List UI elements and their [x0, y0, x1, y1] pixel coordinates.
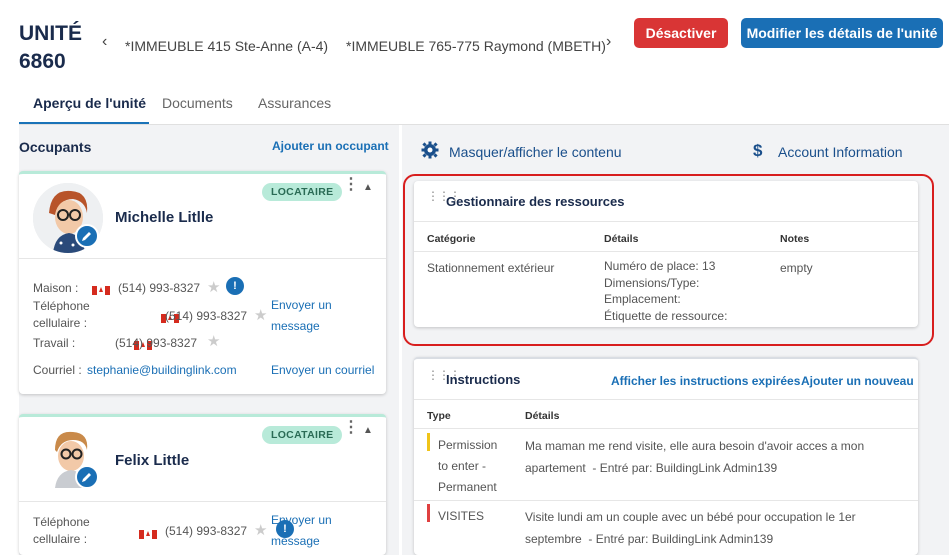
- more-options-icon[interactable]: ⋮: [343, 177, 359, 193]
- tab-unit-overview[interactable]: Aperçu de l'unité: [33, 95, 146, 111]
- star-icon[interactable]: ★: [207, 332, 220, 350]
- instructions-card: ⋮⋮⋮ Instructions Afficher les instructio…: [414, 357, 918, 555]
- instruction-details: Visite lundi am un couple avec un bébé p…: [525, 510, 856, 546]
- add-new-instruction-link[interactable]: Ajouter un nouveau: [801, 374, 914, 388]
- show-expired-instructions-link[interactable]: Afficher les instructions expirées: [611, 374, 800, 388]
- collapse-icon[interactable]: ▲: [363, 182, 373, 193]
- status-badge: LOCATAIRE: [262, 426, 343, 444]
- column-header-type: Type: [427, 410, 451, 422]
- account-information-link[interactable]: Account Information: [778, 144, 903, 160]
- instruction-details: Ma maman me rend visite, elle aura besoi…: [525, 439, 865, 475]
- instruction-type: Permission to enter - Permanent: [438, 438, 498, 494]
- breadcrumb-prev-building[interactable]: *IMMEUBLE 415 Ste-Anne (A-4): [125, 38, 328, 54]
- dollar-icon[interactable]: $: [753, 141, 762, 161]
- column-header-details: Détails: [525, 410, 560, 422]
- instructions-title: Instructions: [446, 372, 521, 387]
- occupant-card: Felix Little LOCATAIRE ⋮ ▲ Téléphone cel…: [19, 414, 386, 555]
- work-phone-label: Travail :: [33, 336, 76, 350]
- star-icon[interactable]: ★: [207, 278, 220, 296]
- divider: [19, 501, 386, 502]
- deactivate-button[interactable]: Désactiver: [634, 18, 728, 48]
- cell-phone-label-2: cellulaire :: [33, 316, 88, 330]
- email-label: Courriel :: [33, 363, 82, 377]
- star-icon[interactable]: ★: [254, 521, 267, 539]
- send-email-link[interactable]: Envoyer un courriel: [271, 363, 374, 377]
- cell-phone: (514) 993-8327: [165, 524, 248, 538]
- add-occupant-link[interactable]: Ajouter un occupant: [272, 139, 389, 153]
- alert-icon[interactable]: !: [226, 277, 244, 295]
- chevron-left-icon[interactable]: ‹: [102, 33, 107, 51]
- divider: [414, 428, 918, 429]
- instruction-color-bar: [427, 433, 430, 451]
- send-message-link[interactable]: Envoyer un: [271, 298, 332, 312]
- status-badge: LOCATAIRE: [262, 183, 343, 201]
- gear-icon[interactable]: [421, 141, 439, 164]
- alert-icon[interactable]: !: [276, 520, 294, 538]
- tab-insurance[interactable]: Assurances: [258, 95, 331, 111]
- star-icon[interactable]: ★: [254, 306, 267, 324]
- unit-title: UNITÉ 6860: [19, 22, 82, 73]
- more-options-icon[interactable]: ⋮: [343, 420, 359, 436]
- email-link[interactable]: stephanie@buildinglink.com: [87, 363, 237, 377]
- divider: [414, 500, 918, 501]
- send-message-link-2[interactable]: message: [271, 534, 320, 548]
- home-phone-label: Maison :: [33, 281, 79, 295]
- edit-avatar-icon[interactable]: [75, 224, 99, 248]
- chevron-right-icon[interactable]: ›: [606, 33, 611, 51]
- work-phone: (514) 993-8327: [115, 336, 198, 350]
- cell-phone-label: Téléphone: [33, 299, 90, 313]
- collapse-icon[interactable]: ▲: [363, 425, 373, 436]
- cell-phone-label-2: cellulaire :: [33, 532, 88, 546]
- divider: [414, 399, 918, 400]
- cell-phone: (514) 993-8327: [165, 309, 248, 323]
- occupant-name: Felix Little: [115, 452, 190, 469]
- occupants-title: Occupants: [19, 139, 92, 155]
- home-phone: (514) 993-8327: [118, 281, 201, 295]
- canada-flag-icon: [139, 526, 157, 539]
- edit-unit-button[interactable]: Modifier les détails de l'unité: [741, 18, 943, 48]
- instruction-type: VISITES: [438, 509, 485, 523]
- active-tab-indicator: [19, 122, 149, 124]
- canada-flag-icon: [92, 282, 110, 295]
- cell-phone-label: Téléphone: [33, 515, 90, 529]
- breadcrumb-next-building[interactable]: *IMMEUBLE 765-775 Raymond (MBETH): [346, 38, 606, 54]
- send-message-link-2[interactable]: message: [271, 319, 320, 333]
- edit-avatar-icon[interactable]: [75, 465, 99, 489]
- instruction-color-bar: [427, 504, 430, 522]
- tab-documents[interactable]: Documents: [162, 95, 233, 111]
- occupant-name: Michelle Litlle: [115, 209, 214, 226]
- divider: [19, 258, 386, 259]
- highlight-outline: [403, 174, 934, 346]
- occupant-card: Michelle Litlle LOCATAIRE ⋮ ▲ Maison : (…: [19, 171, 386, 394]
- toggle-content-link[interactable]: Masquer/afficher le contenu: [449, 144, 622, 160]
